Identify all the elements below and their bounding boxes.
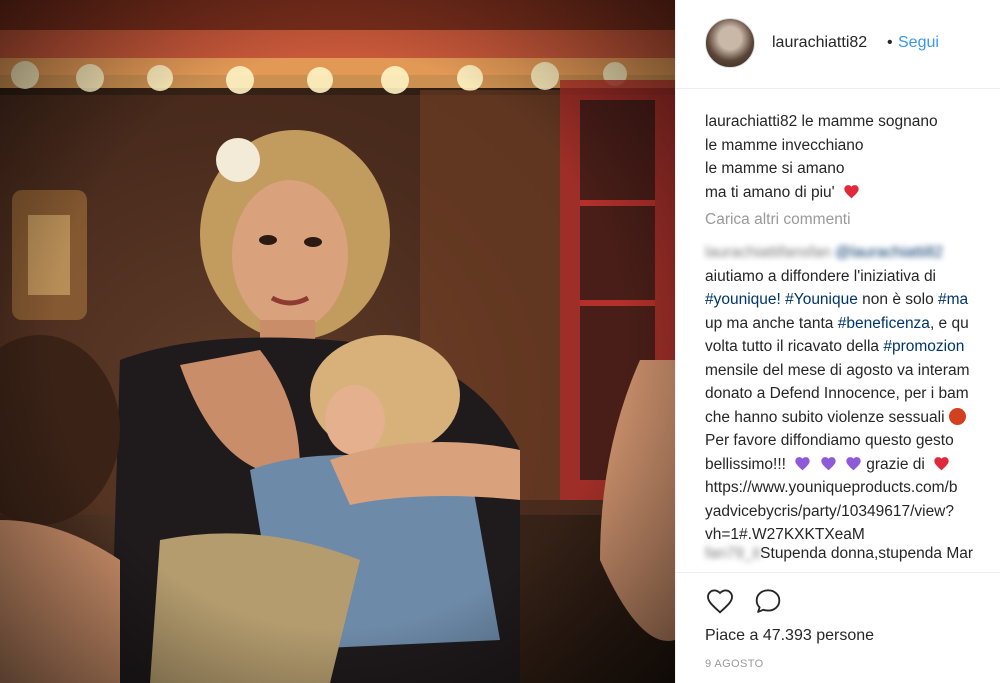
comment-text: non è solo bbox=[862, 291, 934, 308]
post-date[interactable]: 9 AGOSTO bbox=[705, 658, 764, 670]
comment: fan79_itStupenda donna,stupenda Mar bbox=[705, 542, 1000, 566]
comment-text: bellissimo!!! bbox=[705, 455, 786, 473]
angry-face-icon bbox=[948, 407, 966, 425]
red-heart-icon bbox=[934, 456, 949, 470]
post-header: laurachiatti82 • Segui bbox=[676, 0, 1000, 89]
purple-heart-icon bbox=[795, 456, 810, 470]
post-photo[interactable] bbox=[0, 0, 675, 683]
hashtag-link[interactable]: #promozion bbox=[883, 338, 964, 355]
purple-heart-icon bbox=[820, 456, 836, 470]
comment-username[interactable]: laurachiattifansfan bbox=[705, 244, 831, 261]
comment-text-line: Per favore diffondiamo questo gesto bbox=[705, 432, 954, 449]
speech-bubble-icon[interactable] bbox=[752, 585, 784, 617]
hashtag-link[interactable]: #Younique bbox=[785, 291, 858, 308]
caption-line: ma ti amano di piu' bbox=[705, 183, 835, 201]
hashtag-link[interactable]: #younique! bbox=[705, 291, 781, 308]
post-actions-bar bbox=[676, 572, 1000, 629]
likes-count[interactable]: Piace a 47.393 persone bbox=[705, 627, 874, 645]
author-avatar[interactable] bbox=[705, 18, 755, 68]
comment-text: Stupenda donna,stupenda Mar bbox=[760, 545, 974, 562]
purple-heart-icon bbox=[846, 456, 861, 470]
follow-button[interactable]: Segui bbox=[898, 34, 939, 52]
comment: laurachiattifansfan @laurachiatti82 aiut… bbox=[705, 241, 1000, 547]
comment-text: che hanno subito violenze sessuali bbox=[705, 408, 945, 426]
post-photo-illustration bbox=[0, 0, 675, 683]
heart-outline-icon[interactable] bbox=[704, 585, 736, 617]
hashtag-link[interactable]: #beneficenza bbox=[838, 315, 930, 332]
red-heart-icon bbox=[844, 184, 859, 198]
comment-text-line: mensile del mese di agosto va interam bbox=[705, 361, 970, 379]
caption-line: le mamme invecchiano bbox=[705, 136, 864, 154]
caption-line: le mamme si amano bbox=[705, 160, 845, 177]
comment-text-line: aiutiamo a diffondere l'iniziativa di bbox=[705, 267, 937, 285]
header-separator: • bbox=[887, 34, 893, 51]
comment-text-line: donato a Defend Innocence, per i bam bbox=[705, 385, 969, 402]
hashtag-link[interactable]: #ma bbox=[938, 291, 968, 308]
comment-link-line[interactable]: yadvicebycris/party/10349617/view? bbox=[705, 500, 1000, 524]
caption-username[interactable]: laurachiatti82 bbox=[705, 113, 797, 130]
post-caption: laurachiatti82 le mamme sognano le mamme… bbox=[705, 110, 995, 204]
comment-mention[interactable]: @laurachiatti82 bbox=[835, 244, 943, 261]
comment-text: up ma anche tanta bbox=[705, 314, 834, 332]
caption-line: le mamme sognano bbox=[801, 113, 938, 130]
author-username[interactable]: laurachiatti82 bbox=[772, 34, 867, 52]
load-more-comments-link[interactable]: Carica altri commenti bbox=[705, 211, 851, 229]
post-details-panel: laurachiatti82 • Segui laurachiatti82 le… bbox=[675, 0, 1000, 683]
comment-link-line[interactable]: https://www.youniqueproducts.com/b bbox=[705, 476, 1000, 500]
comment-text: , e qu bbox=[929, 314, 969, 332]
comment-text: grazie di bbox=[866, 455, 925, 473]
comment-text: volta tutto il ricavato della bbox=[705, 338, 880, 355]
comment-username[interactable]: fan79_it bbox=[705, 545, 760, 562]
